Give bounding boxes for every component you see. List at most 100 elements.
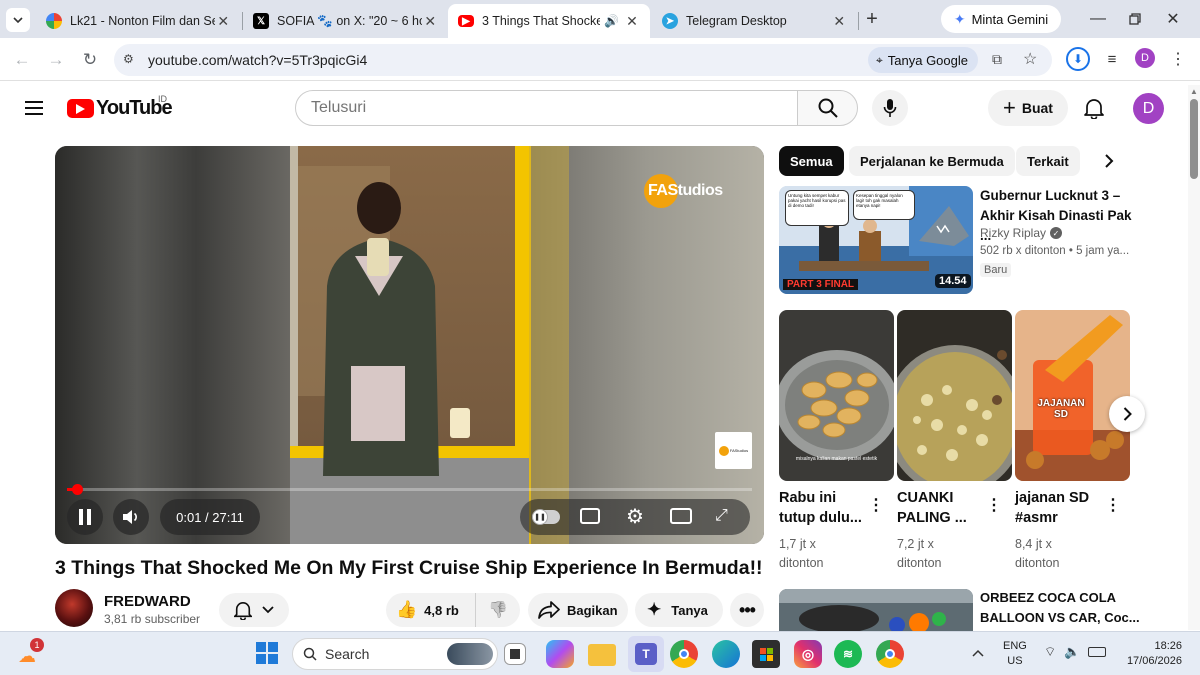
video-player[interactable]: FAStudios FAStudios 0:01 / 27:11 ❚❚ ⚙ ⤢ [55, 146, 764, 544]
speaker-icon[interactable]: 🔊 [604, 14, 619, 28]
short-title[interactable]: jajanan SD #asmr [1015, 488, 1103, 528]
start-button[interactable] [256, 642, 278, 664]
dislike-button[interactable]: 👎 [476, 593, 520, 627]
language-indicator[interactable]: ENG US [1003, 639, 1027, 669]
site-info-icon[interactable]: ⚙ [123, 52, 134, 66]
chevron-right-icon [1123, 407, 1132, 421]
maximize-button[interactable] [1122, 6, 1148, 32]
page-scrollbar[interactable]: ▲ [1188, 85, 1200, 630]
search-box[interactable] [295, 90, 798, 126]
profile-initial: D [1141, 52, 1149, 64]
address-bar[interactable]: ⚙ youtube.com/watch?v=5Tr3pqicGi4 ⌖ Tany… [114, 44, 1052, 76]
shorts-next-button[interactable] [1109, 396, 1145, 432]
profile-avatar[interactable]: D [1135, 48, 1155, 68]
scrollbar-up-arrow[interactable]: ▲ [1190, 87, 1198, 96]
hamburger-menu-icon[interactable] [22, 96, 46, 120]
system-tray-icons[interactable]: ⌔ 🔈 [1044, 644, 1107, 660]
close-icon[interactable]: ✕ [831, 13, 847, 30]
short-thumbnail[interactable] [897, 310, 1012, 481]
volume-button[interactable] [113, 499, 149, 535]
account-avatar[interactable]: D [1133, 93, 1164, 124]
channel-name[interactable]: FREDWARD [104, 593, 191, 610]
chip-terkait[interactable]: Terkait [1016, 146, 1080, 176]
progress-bar[interactable] [67, 484, 752, 495]
settings-gear-icon[interactable]: ⚙ [626, 504, 644, 529]
subtitles-icon[interactable] [580, 508, 600, 524]
short-menu-button[interactable]: ⋮ [868, 495, 884, 515]
task-view-icon[interactable] [504, 643, 526, 665]
reload-button[interactable]: ↻ [76, 46, 104, 74]
recommended-thumbnail[interactable]: Untung kita sempet kabur pakai yacht has… [779, 186, 973, 294]
file-explorer-icon[interactable] [588, 644, 616, 666]
like-button[interactable]: 👍 4,8 rb [386, 593, 476, 627]
short-thumbnail[interactable]: misalnya kalian makan pastel estetik [779, 310, 894, 481]
chip-perjalanan[interactable]: Perjalanan ke Bermuda [849, 146, 1015, 176]
spotify-icon[interactable]: ≋ [834, 640, 862, 668]
close-icon[interactable]: ✕ [422, 13, 438, 30]
short-title-line: PALING ... [897, 510, 967, 526]
browser-tab-x[interactable]: 𝕏 SOFIA 🐾 on X: "20 ~ 6 hours ✕ [243, 4, 448, 38]
windows-logo-tile [256, 654, 266, 664]
ask-button[interactable]: ✦ Tanya [635, 593, 723, 627]
car-balloon-image [779, 589, 973, 631]
chrome-profile-icon[interactable] [876, 640, 904, 668]
youtube-logo[interactable]: YouTube [67, 97, 173, 120]
short-menu-button[interactable]: ⋮ [1105, 495, 1121, 515]
weather-widget[interactable]: ☁ 1 [18, 638, 46, 668]
region-code: ID [158, 94, 167, 104]
instagram-icon[interactable]: ◎ [794, 640, 822, 668]
copilot-icon[interactable] [546, 640, 574, 668]
scrollbar-thumb[interactable] [1190, 99, 1198, 179]
media-controls-button[interactable]: ≡ [1100, 47, 1124, 71]
downloads-button[interactable]: ⬇ [1066, 47, 1090, 71]
clock[interactable]: 18:26 17/06/2026 [1118, 639, 1182, 669]
edge-icon[interactable] [712, 640, 740, 668]
browser-tab-youtube[interactable]: ▶ 3 Things That Shocked Me 🔊 ✕ [448, 4, 650, 38]
browser-menu-button[interactable]: ⋮ [1166, 47, 1190, 71]
channel-avatar[interactable] [55, 589, 93, 627]
pause-button[interactable] [67, 499, 103, 535]
share-button[interactable]: Bagikan [528, 593, 628, 627]
microsoft-store-icon[interactable] [752, 640, 780, 668]
search-input[interactable] [296, 91, 756, 125]
short-thumbnail[interactable]: JAJANAN SD [1015, 310, 1130, 481]
new-tab-button[interactable]: + [860, 7, 884, 31]
forward-button[interactable]: → [42, 46, 70, 74]
show-hidden-icons[interactable] [972, 644, 990, 662]
chrome-icon[interactable] [670, 640, 698, 668]
recommended-channel[interactable]: Rizky Riplay ✓ [980, 226, 1063, 240]
teams-icon[interactable]: T [628, 636, 664, 672]
browser-tab-telegram[interactable]: ➤ Telegram Desktop ✕ [652, 4, 857, 38]
short-title[interactable]: CUANKI PALING ... [897, 488, 982, 528]
short-menu-button[interactable]: ⋮ [986, 495, 1002, 515]
more-actions-button[interactable]: ••• [730, 593, 764, 627]
search-button[interactable] [797, 90, 858, 126]
autoplay-toggle[interactable]: ❚❚ [532, 509, 560, 525]
tanya-google-button[interactable]: ⌖ Tanya Google [868, 47, 978, 73]
voice-search-button[interactable] [872, 90, 908, 126]
create-button[interactable]: + Buat [988, 90, 1068, 126]
close-icon[interactable]: ✕ [624, 13, 640, 30]
notifications-button[interactable] [1080, 94, 1108, 122]
bookmark-star-icon[interactable]: ☆ [1023, 49, 1037, 69]
fullscreen-icon[interactable]: ⤢ [715, 507, 728, 525]
recommended-title[interactable]: ORBEEZ COCA COLA BALLOON VS CAR, Coc... [980, 588, 1145, 628]
minimize-button[interactable]: — [1085, 6, 1111, 32]
weather-badge: 1 [30, 638, 44, 652]
theater-mode-icon[interactable] [670, 508, 692, 524]
recommended-thumbnail[interactable] [779, 589, 973, 631]
back-button[interactable]: ← [8, 46, 36, 74]
like-count: 4,8 rb [424, 602, 459, 618]
gemini-button[interactable]: ✦ Minta Gemini [941, 5, 1061, 33]
browser-tab-lk21[interactable]: Lk21 - Nonton Film dan Series ✕ [36, 4, 241, 38]
chip-semua[interactable]: Semua [779, 146, 844, 176]
cuanki-soup-image [897, 310, 1012, 481]
subscribe-notification-button[interactable] [219, 593, 289, 627]
close-window-button[interactable]: ✕ [1160, 6, 1186, 32]
install-app-icon[interactable]: ⧉ [992, 51, 1002, 68]
close-icon[interactable]: ✕ [215, 13, 231, 30]
tab-search-button[interactable] [6, 8, 30, 32]
chips-next-button[interactable] [1094, 146, 1124, 176]
short-title[interactable]: Rabu ini tutup dulu... [779, 488, 864, 528]
taskbar-search[interactable]: Search [292, 638, 498, 670]
